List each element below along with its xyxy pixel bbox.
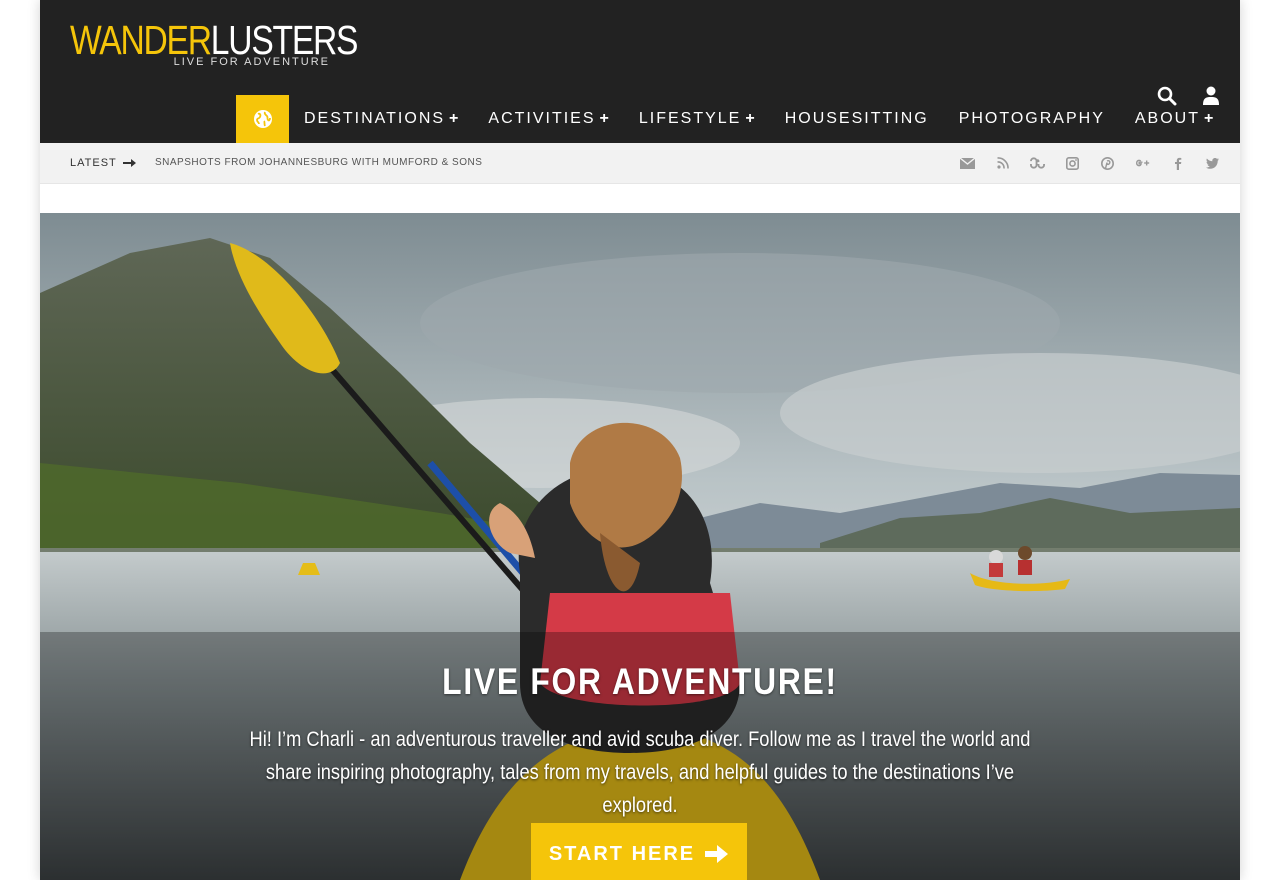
nav-item-label: DESTINATIONS — [304, 110, 446, 127]
arrow-right-icon — [705, 845, 729, 863]
nav-item-label: LIFESTYLE — [638, 110, 742, 127]
site-logo[interactable]: WANDERLUSTERS LIVE FOR ADVENTURE — [70, 18, 358, 74]
google-plus-link[interactable] — [1135, 156, 1150, 171]
latest-headline-link[interactable]: SNAPSHOTS FROM JOHANNESBURG WITH MUMFORD… — [155, 143, 482, 183]
nav-item-destinations[interactable]: DESTINATIONS + — [289, 95, 473, 143]
search-button[interactable] — [1156, 85, 1178, 107]
rss-link[interactable] — [995, 156, 1010, 171]
nav-item-label: PHOTOGRAPHY — [958, 110, 1105, 127]
nav-item-label: ACTIVITIES — [488, 110, 596, 127]
instagram-link[interactable] — [1065, 156, 1080, 171]
nav-item-housesitting[interactable]: HOUSESITTING — [770, 95, 944, 143]
plus-icon: + — [599, 110, 609, 127]
site-header: WANDERLUSTERS LIVE FOR ADVENTURE — [40, 0, 1240, 95]
nav-item-photography[interactable]: PHOTOGRAPHY — [944, 95, 1120, 143]
start-here-button[interactable]: START HERE — [531, 823, 747, 880]
nav-item-activities[interactable]: ACTIVITIES + — [473, 95, 623, 143]
email-link[interactable] — [960, 156, 975, 171]
hero-intro-text: Hi! I’m Charli - an adventurous travelle… — [249, 728, 1031, 817]
nav-item-lifestyle[interactable]: LIFESTYLE + — [624, 95, 770, 143]
plus-icon: + — [1204, 110, 1214, 127]
globe-icon — [253, 110, 272, 128]
user-icon — [1203, 86, 1219, 105]
google-plus-icon — [1135, 159, 1150, 167]
facebook-link[interactable] — [1170, 156, 1185, 171]
twitter-link[interactable] — [1205, 156, 1220, 171]
nav-item-label: HOUSESITTING — [784, 110, 929, 127]
main-nav: DESTINATIONS + ACTIVITIES + LIFESTYLE + HOU… — [40, 95, 1240, 143]
plus-icon: + — [745, 110, 755, 127]
latest-ticker: LATEST SNAPSHOTS FROM JOHANNESBURG WITH … — [40, 143, 1240, 184]
page-wrapper: WANDERLUSTERS LIVE FOR ADVENTURE DESTINA… — [40, 0, 1240, 880]
stumbleupon-link[interactable] — [1030, 156, 1045, 171]
facebook-icon — [1174, 157, 1181, 170]
rss-icon — [996, 157, 1009, 169]
arrow-right-icon — [123, 159, 136, 167]
search-icon — [1157, 86, 1177, 106]
instagram-icon — [1066, 156, 1079, 170]
latest-label: LATEST — [70, 157, 117, 169]
account-button[interactable] — [1200, 85, 1222, 107]
header-icons — [1156, 84, 1222, 108]
plus-icon: + — [449, 110, 459, 127]
hero-title: LIVE FOR ADVENTURE! — [442, 661, 838, 702]
hero-banner: LIVE FOR ADVENTURE! Hi! I’m Charli - an … — [40, 213, 1240, 880]
pinterest-icon — [1101, 156, 1114, 170]
nav-item-label: ABOUT — [1134, 110, 1200, 127]
social-links — [960, 143, 1220, 183]
pinterest-link[interactable] — [1100, 156, 1115, 171]
twitter-icon — [1206, 157, 1219, 169]
nav-menu: DESTINATIONS + ACTIVITIES + LIFESTYLE + HOU… — [236, 95, 1228, 143]
stumbleupon-icon — [1030, 157, 1045, 169]
nav-home-button[interactable] — [236, 95, 289, 143]
start-here-label: START HERE — [548, 842, 696, 865]
logo-tagline: LIVE FOR ADVENTURE — [173, 56, 330, 68]
envelope-icon — [960, 157, 975, 169]
